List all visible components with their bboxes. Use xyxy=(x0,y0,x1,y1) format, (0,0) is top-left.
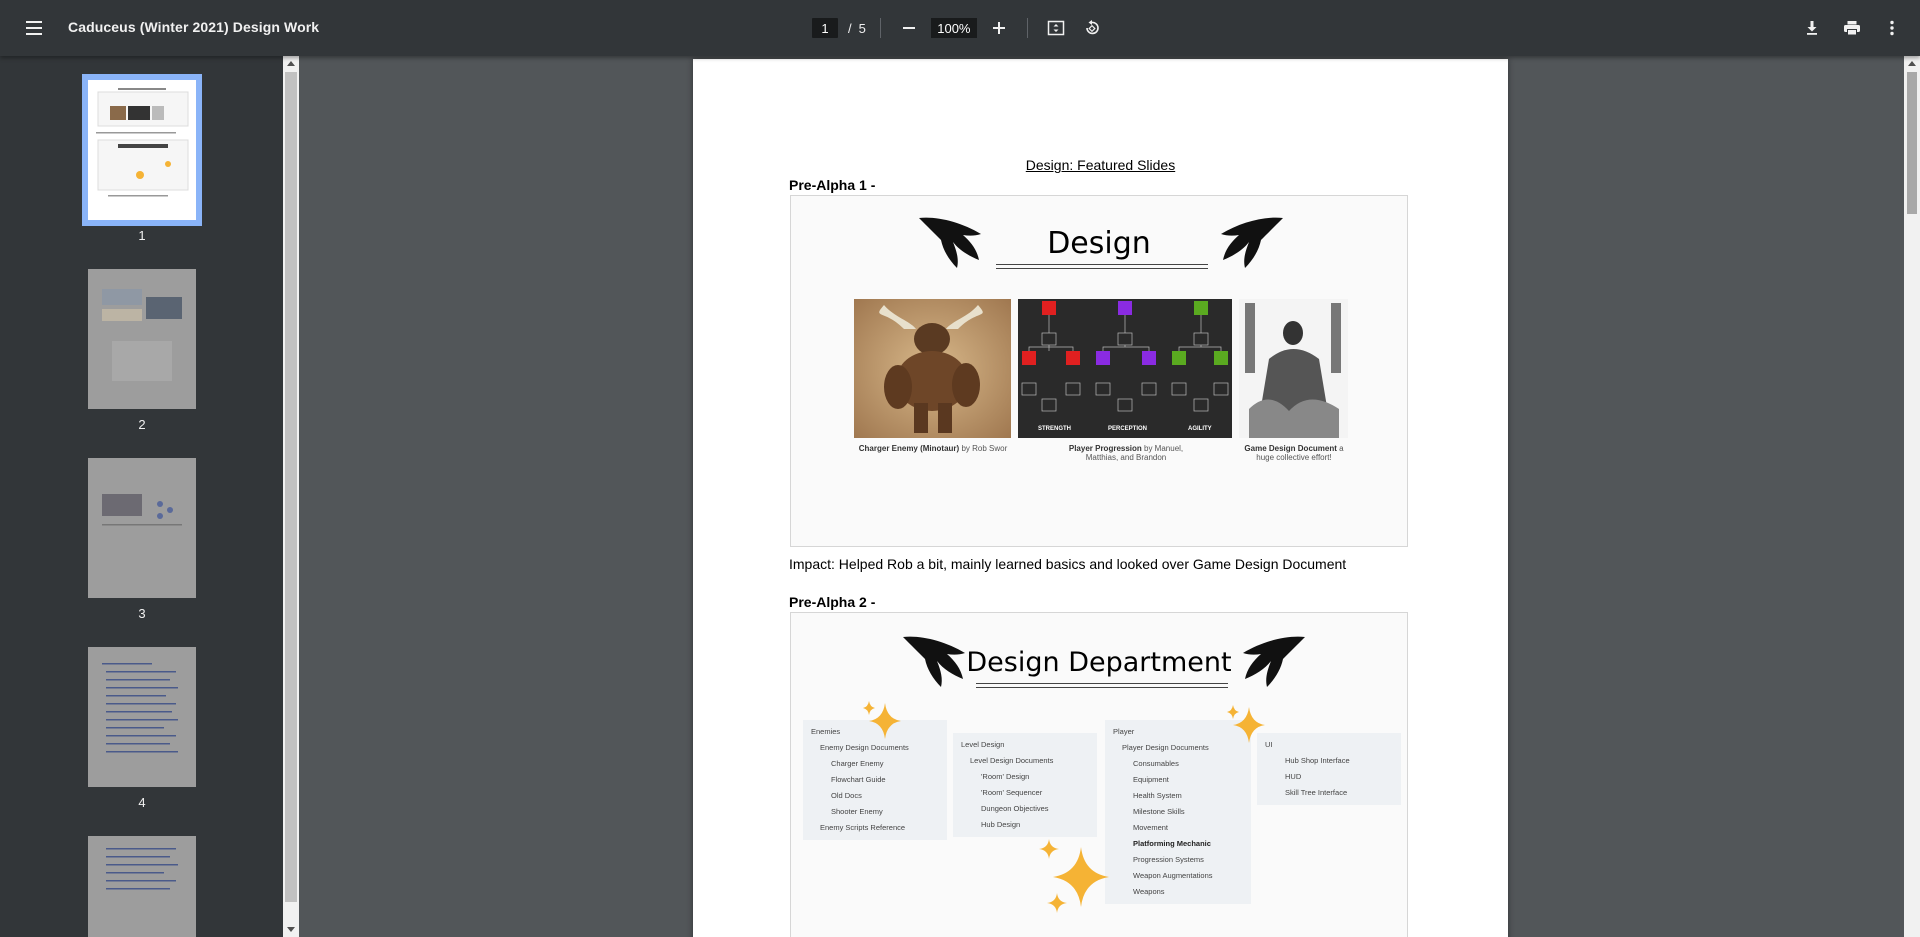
download-icon xyxy=(1807,21,1817,35)
slide-title: Design xyxy=(1047,226,1151,261)
thumbnail-sidebar: 1 2 3 4 xyxy=(0,56,284,937)
main-scrollbar[interactable] xyxy=(1904,56,1920,937)
scroll-up-arrow-icon[interactable] xyxy=(287,61,295,66)
minotaur-image xyxy=(854,299,1011,438)
divider xyxy=(879,18,881,38)
sidebar-scroll-thumb[interactable] xyxy=(285,72,297,902)
slide-title: Design Department xyxy=(966,647,1232,678)
player-progression-image: STRENGTH PERCEPTION AGILITY xyxy=(1018,299,1232,438)
sparkle-icon xyxy=(1227,705,1265,743)
divider xyxy=(1026,18,1028,38)
section-label-pre-alpha-2: Pre-Alpha 2 - xyxy=(789,594,876,610)
pdf-page: Design: Featured Slides Pre-Alpha 1 - De… xyxy=(693,59,1508,937)
page-heading: Design: Featured Slides xyxy=(1025,157,1176,173)
print-icon xyxy=(1844,21,1860,36)
zoom-in-button[interactable] xyxy=(985,14,1013,42)
thumbnail-number: 2 xyxy=(138,417,146,432)
title-underline xyxy=(996,268,1208,269)
thumbnail-image xyxy=(88,647,196,787)
fit-to-page-button[interactable] xyxy=(1042,14,1070,42)
plus-icon xyxy=(992,22,1005,34)
thumbnail-image xyxy=(88,836,196,937)
zoom-input[interactable]: 100% xyxy=(930,18,977,38)
sidebar-scrollbar[interactable] xyxy=(283,56,299,937)
main-scroll-thumb[interactable] xyxy=(1907,72,1917,214)
rotate-button[interactable] xyxy=(1078,14,1106,42)
caption-game-design-document: Game Design Document a huge collective e… xyxy=(1244,444,1344,462)
pdf-toolbar: Caduceus (Winter 2021) Design Work 1 / 5… xyxy=(0,0,1920,56)
print-button[interactable] xyxy=(1838,14,1866,42)
thumbnail-page-2[interactable]: 2 xyxy=(88,269,196,432)
zoom-out-button[interactable] xyxy=(895,14,923,42)
thumbnail-page-5[interactable] xyxy=(88,836,196,937)
tree-level-design: Level Design Level Design Documents 'Roo… xyxy=(953,733,1097,837)
impact-text: Impact: Helped Rob a bit, mainly learned… xyxy=(789,556,1347,572)
thumbnail-image xyxy=(88,458,196,598)
title-underline xyxy=(976,687,1228,688)
thumbnail-page-1[interactable]: 1 xyxy=(82,74,202,243)
document-title: Caduceus (Winter 2021) Design Work xyxy=(68,19,320,35)
caption-player-progression: Player Progression by Manuel, Matthias, … xyxy=(1068,444,1184,462)
minus-icon xyxy=(902,27,915,29)
thumbnail-image xyxy=(82,74,202,226)
download-button[interactable] xyxy=(1798,14,1826,42)
tree-label-strength: STRENGTH xyxy=(1038,426,1071,432)
rotate-icon xyxy=(1086,20,1099,35)
thumbnail-number: 1 xyxy=(138,228,146,243)
right-toolbar xyxy=(1798,14,1906,42)
thumbnail-number: 3 xyxy=(138,606,146,621)
menu-icon[interactable] xyxy=(20,16,48,40)
tree-label-agility: AGILITY xyxy=(1188,426,1212,432)
thumbnail-page-3[interactable]: 3 xyxy=(88,458,196,621)
page-separator: / xyxy=(848,20,852,36)
page-total: 5 xyxy=(858,20,866,36)
sparkle-icon xyxy=(1039,839,1109,913)
page-number-input[interactable]: 1 xyxy=(812,18,838,38)
game-design-document-image xyxy=(1239,299,1348,438)
thumbnail-number: 4 xyxy=(138,795,146,810)
more-vert-icon xyxy=(1890,20,1894,36)
caption-minotaur: Charger Enemy (Minotaur) by Rob Swor xyxy=(858,444,1008,453)
page-zoom-controls: 1 / 5 100% xyxy=(812,14,1106,42)
thumbnail-page-4[interactable]: 4 xyxy=(88,647,196,810)
tree-label-perception: PERCEPTION xyxy=(1108,426,1147,432)
document-viewer: Design: Featured Slides Pre-Alpha 1 - De… xyxy=(299,56,1904,937)
scroll-up-arrow-icon[interactable] xyxy=(1908,61,1916,66)
fit-page-icon xyxy=(1047,20,1065,36)
slide-design: Design Charger Enemy (Minotaur) by Rob S… xyxy=(790,195,1408,547)
slide-design-department: Design Department Enemies Enemy Design D… xyxy=(790,612,1408,937)
sparkle-icon xyxy=(863,701,901,739)
more-options-button[interactable] xyxy=(1878,14,1906,42)
tree-ui: UI Hub Shop Interface HUD Skill Tree Int… xyxy=(1257,733,1401,805)
thumbnail-image xyxy=(88,269,196,409)
title-underline xyxy=(976,683,1228,684)
title-underline xyxy=(996,264,1208,265)
scroll-down-arrow-icon[interactable] xyxy=(287,927,295,932)
section-label-pre-alpha-1: Pre-Alpha 1 - xyxy=(789,177,876,193)
